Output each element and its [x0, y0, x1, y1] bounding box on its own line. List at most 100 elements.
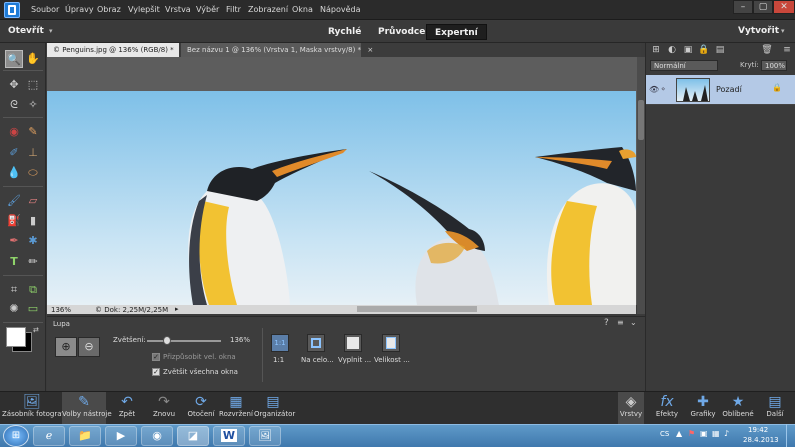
smart-brush-tool-icon[interactable]: ✐ — [5, 144, 23, 162]
volume-icon[interactable]: ♪ — [724, 429, 729, 438]
tool-options-button[interactable]: ✎ Volby nástroje — [62, 392, 112, 424]
menu-vylepsit[interactable]: Vylepšit — [128, 5, 160, 14]
opacity-input[interactable]: 100% — [761, 60, 787, 71]
start-button[interactable]: ⊞ — [3, 425, 29, 447]
healing-brush-tool-icon[interactable]: ✎ — [24, 123, 42, 141]
new-fill-layer-icon[interactable]: ◐ — [666, 45, 678, 55]
layer-row-background[interactable]: 👁 ⋄ Pozadí 🔒 — [646, 75, 795, 105]
blend-mode-select[interactable]: Normální — [650, 60, 718, 71]
red-eye-tool-icon[interactable]: ◉ — [5, 123, 23, 141]
tab-untitled[interactable]: Bez názvu 1 @ 136% (Vrstva 1, Maska vrst… — [181, 43, 373, 57]
eyedropper-tool-icon[interactable]: ✒ — [5, 232, 23, 250]
horizontal-scrollbar[interactable] — [357, 306, 477, 312]
hand-tool-icon[interactable]: ✋ — [24, 50, 42, 68]
recompose-tool-icon[interactable]: ⧉ — [24, 281, 42, 299]
menu-soubor[interactable]: Soubor — [31, 5, 59, 14]
tray-arrow-icon[interactable]: ▲ — [676, 429, 682, 438]
straighten-tool-icon[interactable]: ▭ — [24, 300, 42, 318]
create-button[interactable]: Vytvořit — [738, 26, 779, 36]
swap-colors-icon[interactable]: ⇄ — [33, 326, 39, 334]
minimize-button[interactable]: – — [733, 0, 753, 14]
vertical-scrollbar[interactable] — [637, 57, 645, 314]
menu-filtr[interactable]: Filtr — [226, 5, 241, 14]
clock-time[interactable]: 19:42 — [748, 426, 768, 434]
mode-guided[interactable]: Průvodce — [370, 24, 433, 40]
taskbar-media[interactable]: ▶ — [105, 426, 137, 446]
network-tray-icon[interactable]: ▦ — [712, 429, 720, 438]
lock-all-icon[interactable]: ▤ — [714, 45, 726, 55]
tab-penguins[interactable]: © Penguins.jpg @ 136% (RGB/8) * × — [47, 43, 186, 57]
menu-obraz[interactable]: Obraz — [97, 5, 121, 14]
status-menu-arrow-icon[interactable]: ▸ — [175, 305, 179, 313]
menu-vyber[interactable]: Výběr — [196, 5, 219, 14]
mode-expert[interactable]: Expertní — [426, 24, 487, 40]
eraser-tool-icon[interactable]: ▱ — [24, 192, 42, 210]
clone-stamp-tool-icon[interactable]: ⊥ — [24, 144, 42, 162]
menu-okna[interactable]: Okna — [292, 5, 313, 14]
effects-button[interactable]: fx Efekty — [653, 392, 681, 424]
taskbar-explorer[interactable]: 📁 — [69, 426, 101, 446]
pencil-tool-icon[interactable]: ✏ — [24, 253, 42, 271]
maximize-button[interactable]: ▢ — [753, 0, 773, 14]
trash-icon[interactable]: 🗑 — [761, 45, 773, 55]
zoom-in-button[interactable]: ⊕ — [55, 337, 77, 357]
zoom-slider[interactable] — [147, 340, 221, 342]
actual-pixels-button[interactable]: 1:1 — [271, 334, 289, 352]
fill-screen-button[interactable] — [344, 334, 362, 352]
usb-icon[interactable]: ▣ — [700, 429, 708, 438]
eye-icon[interactable]: 👁 — [649, 85, 659, 94]
blur-tool-icon[interactable]: 💧 — [5, 164, 23, 182]
organizer-button[interactable]: ▤ Organizátor — [254, 392, 295, 424]
print-size-button[interactable] — [382, 334, 400, 352]
open-button[interactable]: Otevřít — [8, 26, 44, 36]
rotate-button[interactable]: ⟳ Otočení — [185, 392, 217, 424]
new-layer-icon[interactable]: ⊞ — [650, 45, 662, 55]
fit-screen-button[interactable] — [307, 334, 325, 352]
clock-date[interactable]: 28.4.2013 — [743, 436, 779, 444]
menu-vrstva[interactable]: Vrstva — [165, 5, 191, 14]
gradient-tool-icon[interactable]: ▮ — [24, 212, 42, 230]
more-button[interactable]: ▤ Další — [762, 392, 788, 424]
show-desktop-button[interactable] — [786, 424, 795, 447]
vertical-scroll-thumb[interactable] — [638, 100, 644, 140]
crop-tool-icon[interactable]: ⌗ — [5, 281, 23, 299]
tab-close-icon[interactable]: × — [367, 46, 373, 54]
favorites-button[interactable]: ★ Oblíbené — [722, 392, 754, 424]
content-aware-move-tool-icon[interactable]: ✺ — [5, 300, 23, 318]
link-icon[interactable]: ⋄ — [661, 85, 665, 93]
foreground-color-swatch[interactable] — [6, 327, 26, 347]
action-center-icon[interactable]: ⚑ — [688, 429, 695, 438]
photo-bin-button[interactable]: 🖼 Zásobník fotografií — [2, 392, 68, 424]
menu-zobrazeni[interactable]: Zobrazení — [248, 5, 288, 14]
layout-button[interactable]: ▦ Rozvržení — [219, 392, 253, 424]
resize-windows-checkbox[interactable]: ✓ — [152, 353, 160, 361]
taskbar-ie[interactable]: ℯ — [33, 426, 65, 446]
sponge-tool-icon[interactable]: ⬭ — [24, 164, 42, 182]
collapse-icon[interactable]: ⌄ — [630, 318, 637, 327]
move-tool-icon[interactable]: ✥ — [5, 76, 23, 94]
options-menu-icon[interactable]: ≡ — [617, 318, 624, 327]
undo-button[interactable]: ↶ Zpět — [112, 392, 142, 424]
zoom-out-button[interactable]: ⊖ — [78, 337, 100, 357]
lock-icon[interactable]: 🔒 — [698, 45, 710, 55]
penguins-photo[interactable] — [47, 91, 636, 305]
taskbar-paint[interactable]: 🖼 — [249, 426, 281, 446]
status-zoom[interactable]: 136% — [51, 306, 71, 314]
brush-tool-icon[interactable]: 🖌 — [5, 192, 23, 210]
marquee-tool-icon[interactable]: ⬚ — [24, 76, 42, 94]
add-mask-icon[interactable]: ▣ — [682, 45, 694, 55]
chevron-down-icon[interactable]: ▾ — [781, 27, 785, 35]
type-tool-icon[interactable]: T — [5, 253, 23, 271]
menu-napoveda[interactable]: Nápověda — [320, 5, 361, 14]
zoom-all-checkbox[interactable]: ✓ — [152, 368, 160, 376]
custom-shape-tool-icon[interactable]: ✱ — [24, 232, 42, 250]
menu-upravy[interactable]: Úpravy — [65, 5, 94, 14]
mode-quick[interactable]: Rychlé — [320, 24, 369, 40]
graphics-button[interactable]: ✚ Grafiky — [689, 392, 717, 424]
taskbar-network[interactable]: ◉ — [141, 426, 173, 446]
paint-bucket-tool-icon[interactable]: ⛽ — [5, 212, 23, 230]
layers-button[interactable]: ◈ Vrstvy — [618, 392, 644, 424]
zoom-value[interactable]: 136% — [230, 336, 250, 344]
lasso-tool-icon[interactable]: ᘓ — [5, 96, 23, 114]
zoom-slider-thumb[interactable] — [162, 336, 171, 345]
